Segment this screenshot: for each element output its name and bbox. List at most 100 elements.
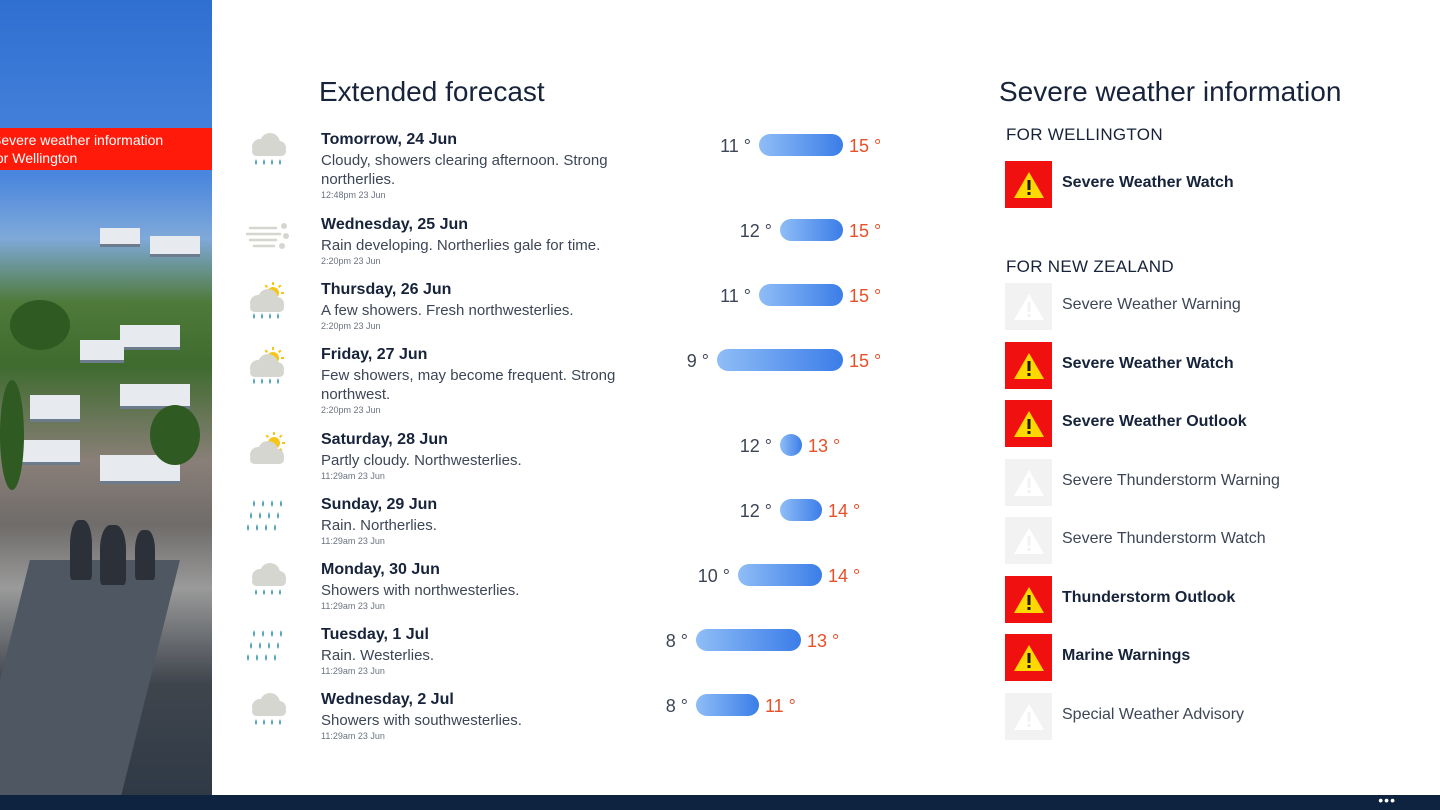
rain-icon <box>246 626 290 666</box>
temperature-range-bar <box>780 434 802 456</box>
cloud-rain-icon <box>246 561 290 601</box>
high-temperature: 11 ° <box>765 696 796 716</box>
forecast-row[interactable]: Wednesday, 25 Jun Rain developing. North… <box>240 216 882 281</box>
forecast-row[interactable]: Sunday, 29 Jun Rain. Northerlies. 11:29a… <box>240 496 880 561</box>
forecast-issued-time: 11:29am 23 Jun <box>321 666 385 676</box>
house-shape <box>120 325 180 350</box>
house-shape <box>100 228 140 247</box>
temperature-range-bar <box>717 349 843 371</box>
temperature-range-bar <box>696 629 801 651</box>
low-temperature: 12 ° <box>739 436 772 456</box>
forecast-description: Showers with northwesterlies. <box>321 582 520 599</box>
warning-label: Marine Warnings <box>1062 647 1191 664</box>
low-temperature: 11 ° <box>720 286 751 306</box>
house-shape <box>150 236 200 257</box>
forecast-day: Friday, 27 Jun <box>321 346 428 363</box>
warning-triangle-icon <box>1005 692 1052 740</box>
temperature-range-bar <box>759 284 843 306</box>
wind-icon <box>244 216 290 256</box>
forecast-row[interactable]: Saturday, 28 Jun Partly cloudy. Northwes… <box>240 431 880 496</box>
warning-label: Severe Thunderstorm Watch <box>1062 530 1266 547</box>
warning-item[interactable]: Severe Thunderstorm Warning <box>1005 458 1365 507</box>
warning-item[interactable]: Thunderstorm Outlook <box>1005 575 1365 624</box>
tree-shape <box>150 405 200 465</box>
low-temperature: 10 ° <box>697 566 730 586</box>
house-shape <box>20 440 80 465</box>
warning-item[interactable]: Severe Weather Watch <box>1005 341 1365 390</box>
sun-cloud-rain-icon <box>246 346 290 386</box>
forecast-issued-time: 11:29am 23 Jun <box>321 536 385 546</box>
warning-label: Severe Weather Warning <box>1062 296 1241 313</box>
house-shape <box>30 395 80 422</box>
high-temperature: 15 ° <box>849 136 882 156</box>
forecast-description: Showers with southwesterlies. <box>321 712 522 729</box>
warning-label: Severe Weather Watch <box>1062 174 1234 191</box>
partly-cloudy-icon <box>246 431 290 471</box>
warning-label: Thunderstorm Outlook <box>1062 588 1236 606</box>
forecast-day: Sunday, 29 Jun <box>321 496 438 513</box>
high-temperature: 13 ° <box>807 631 840 651</box>
severe-weather-title: Severe weather information <box>999 76 1342 107</box>
warning-label: Severe Weather Outlook <box>1062 413 1247 430</box>
warning-label: Severe Thunderstorm Warning <box>1062 471 1280 489</box>
forecast-issued-time: 2:20pm 23 Jun <box>321 321 381 331</box>
warning-triangle-icon <box>1005 575 1052 623</box>
more-options-icon[interactable]: ••• <box>1378 793 1396 807</box>
warning-triangle-icon <box>1005 634 1052 681</box>
tree-shape <box>0 380 24 490</box>
new-zealand-heading: FOR NEW ZEALAND <box>1006 257 1174 276</box>
high-temperature: 15 ° <box>849 221 882 241</box>
banner-line-1: Severe weather information <box>0 132 164 148</box>
warning-item[interactable]: Marine Warnings <box>1005 634 1365 682</box>
warning-label: Special Weather Advisory <box>1062 705 1245 723</box>
temperature-range-bar <box>738 564 822 586</box>
forecast-day: Tuesday, 1 Jul <box>321 626 429 643</box>
person-shape <box>100 525 126 585</box>
warning-item[interactable]: Severe Weather Outlook <box>1005 400 1365 448</box>
temperature-range-bar <box>780 499 822 521</box>
forecast-issued-time: 12:48pm 23 Jun <box>321 190 386 200</box>
forecast-description: Rain. Northerlies. <box>321 517 437 534</box>
forecast-day: Monday, 30 Jun <box>321 561 440 578</box>
cloud-rain-icon <box>246 131 290 171</box>
seawall-shape <box>0 560 180 795</box>
forecast-description: A few showers. Fresh northwesterlies. <box>321 302 574 319</box>
temperature-range-bar <box>780 219 843 241</box>
forecast-title: Extended forecast <box>319 76 545 107</box>
rain-icon <box>246 496 290 536</box>
forecast-day: Wednesday, 2 Jul <box>321 691 454 708</box>
person-shape <box>70 520 92 580</box>
hero-photo: Severe weather information for Wellingto… <box>0 0 212 795</box>
forecast-row[interactable]: Monday, 30 Jun Showers with northwesterl… <box>240 561 880 626</box>
forecast-row[interactable]: Wednesday, 2 Jul Showers with southweste… <box>240 691 880 756</box>
forecast-row[interactable]: Friday, 27 Jun Few showers, may become f… <box>240 346 881 415</box>
app-bar: ••• <box>0 793 1440 810</box>
warning-item[interactable]: Special Weather Advisory <box>1005 692 1365 741</box>
temperature-range-bar <box>759 134 843 156</box>
warning-item[interactable]: Severe Weather Watch <box>1005 161 1365 209</box>
severe-weather-banner[interactable]: Severe weather information for Wellingto… <box>0 128 212 170</box>
forecast-description: Partly cloudy. Northwesterlies. <box>321 452 522 469</box>
house-shape <box>80 340 124 363</box>
forecast-issued-time: 2:20pm 23 Jun <box>321 405 381 415</box>
warning-item[interactable]: Severe Thunderstorm Watch <box>1005 517 1365 565</box>
high-temperature: 14 ° <box>828 501 861 521</box>
low-temperature: 12 ° <box>739 501 772 521</box>
cloud-rain-icon <box>246 691 290 731</box>
forecast-row[interactable]: Tomorrow, 24 Jun Cloudy, showers clearin… <box>240 131 882 200</box>
low-temperature: 12 ° <box>739 221 772 241</box>
forecast-day: Thursday, 26 Jun <box>321 281 452 298</box>
banner-line-2: for Wellington <box>0 150 78 166</box>
forecast-row[interactable]: Tuesday, 1 Jul Rain. Westerlies. 11:29am… <box>240 626 880 691</box>
warning-item[interactable]: Severe Weather Warning <box>1005 283 1365 331</box>
forecast-description: Cloudy, showers clearing afternoon. Stro… <box>321 152 608 188</box>
forecast-day: Tomorrow, 24 Jun <box>321 131 458 148</box>
forecast-day: Saturday, 28 Jun <box>321 431 448 448</box>
low-temperature: 8 ° <box>665 696 688 716</box>
forecast-description: Rain developing. Northerlies gale for ti… <box>321 237 601 254</box>
low-temperature: 8 ° <box>665 631 688 651</box>
sun-cloud-rain-icon <box>246 281 290 321</box>
high-temperature: 14 ° <box>828 566 861 586</box>
forecast-row[interactable]: Thursday, 26 Jun A few showers. Fresh no… <box>240 281 881 346</box>
forecast-issued-time: 11:29am 23 Jun <box>321 471 385 481</box>
